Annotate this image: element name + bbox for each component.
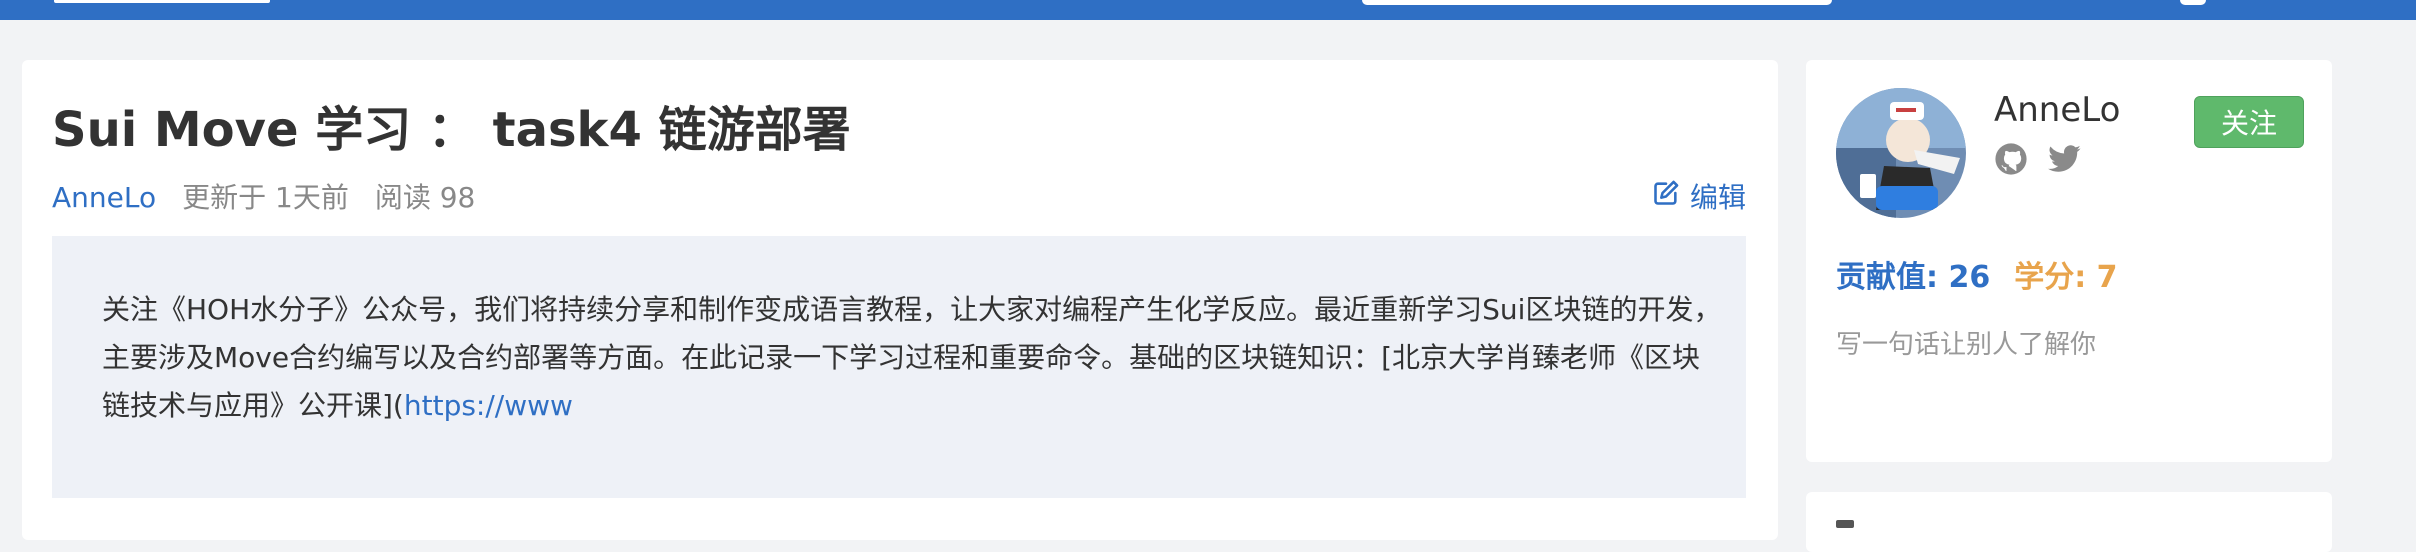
excerpt-link[interactable]: https://www xyxy=(404,389,573,422)
excerpt-text: 关注《HOH水分子》公众号，我们将持续分享和制作变成语言教程，让大家对编程产生化… xyxy=(102,293,1722,422)
article-title: Sui Move 学习 ： task4 链游部署 xyxy=(52,102,851,158)
article-meta: AnneLo 更新于 1天前 阅读 98 xyxy=(52,176,475,216)
contribution-value: 贡献值: 26 xyxy=(1836,260,1991,295)
site-logo-fragment[interactable] xyxy=(54,0,270,3)
author-link[interactable]: AnneLo xyxy=(52,181,156,214)
profile-bio: 写一句话让别人了解你 xyxy=(1836,330,2097,360)
github-icon[interactable] xyxy=(1994,142,2028,180)
updated-time: 更新于 1天前 xyxy=(182,181,349,214)
top-nav-bar xyxy=(0,0,2416,20)
card-heading-fragment xyxy=(1836,520,1854,528)
twitter-icon[interactable] xyxy=(2048,142,2082,180)
profile-username[interactable]: AnneLo xyxy=(1994,90,2120,130)
edit-icon xyxy=(1652,179,1680,214)
profile-stats: 贡献值: 26 学分: 7 xyxy=(1836,252,2118,296)
credit-value: 学分: 7 xyxy=(2014,260,2118,295)
article-excerpt: 关注《HOH水分子》公众号，我们将持续分享和制作变成语言教程，让大家对编程产生化… xyxy=(52,236,1746,498)
avatar[interactable] xyxy=(1836,88,1966,218)
read-count: 阅读 98 xyxy=(374,181,476,214)
follow-button[interactable]: 关注 xyxy=(2194,96,2304,148)
sidebar-card-partial xyxy=(1806,492,2332,552)
edit-label: 编辑 xyxy=(1690,181,1747,214)
social-links xyxy=(1994,142,2082,180)
edit-button[interactable]: 编辑 xyxy=(1652,176,1746,216)
search-box-fragment[interactable] xyxy=(1362,0,1832,5)
user-menu-fragment[interactable] xyxy=(2180,0,2206,5)
